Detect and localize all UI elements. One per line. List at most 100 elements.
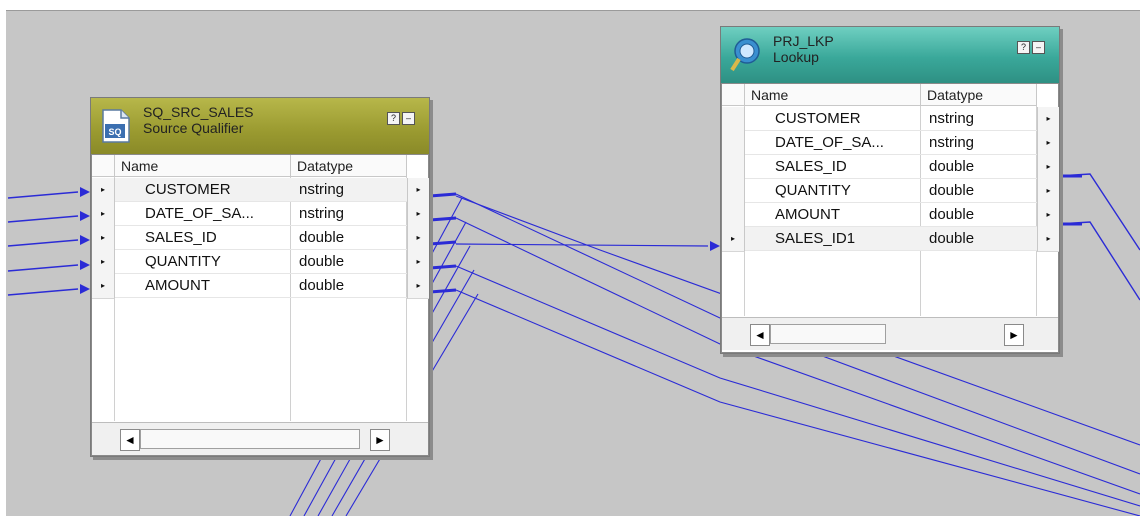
scroll-thumb[interactable]: [140, 429, 360, 449]
port-datatype[interactable]: nstring: [921, 131, 1037, 155]
output-stub[interactable]: [429, 216, 457, 222]
port-name[interactable]: SALES_ID1: [745, 227, 921, 251]
port-row[interactable]: ▸ SALES_ID1 double ▸: [722, 227, 1059, 252]
incoming-link[interactable]: [7, 215, 79, 223]
port-row[interactable]: CUSTOMER nstring ▸: [722, 107, 1059, 132]
output-port-handle[interactable]: ▸: [1037, 179, 1059, 204]
port-name[interactable]: DATE_OF_SA...: [745, 131, 921, 155]
source-qualifier-icon: SQ: [102, 109, 130, 143]
port-datatype[interactable]: double: [921, 155, 1037, 179]
port-row[interactable]: AMOUNT double ▸: [722, 203, 1059, 228]
input-port-handle[interactable]: ▸: [92, 250, 115, 275]
column-header-datatype[interactable]: Datatype: [921, 84, 1037, 106]
output-port-handle[interactable]: ▸: [407, 202, 429, 227]
output-port-handle[interactable]: ▸: [407, 250, 429, 275]
lookup-icon: [730, 38, 760, 72]
input-port-handle[interactable]: ▸: [722, 227, 745, 252]
input-port-handle[interactable]: ▸: [92, 274, 115, 299]
minimize-button[interactable]: –: [1032, 41, 1045, 54]
sales-id-link-arrowhead: [710, 241, 720, 251]
port-row[interactable]: ▸ QUANTITY double ▸: [92, 250, 429, 275]
minimize-button[interactable]: –: [402, 112, 415, 125]
output-port-handle[interactable]: ▸: [1037, 227, 1059, 252]
input-port-handle[interactable]: ▸: [92, 178, 115, 203]
port-name[interactable]: SALES_ID: [745, 155, 921, 179]
port-name[interactable]: CUSTOMER: [115, 178, 291, 202]
scroll-right-button[interactable]: ►: [1004, 324, 1024, 346]
scroll-left-button[interactable]: ◄: [750, 324, 770, 346]
output-port-handle[interactable]: ▸: [1037, 131, 1059, 156]
scroll-right-button[interactable]: ►: [370, 429, 390, 451]
header-spacer: [92, 155, 115, 177]
lookup-output-link[interactable]: [1057, 173, 1140, 251]
input-port-handle[interactable]: [722, 131, 745, 156]
input-port-handle[interactable]: ▸: [92, 202, 115, 227]
port-datatype[interactable]: nstring: [291, 178, 407, 202]
port-name[interactable]: QUANTITY: [115, 250, 291, 274]
port-row[interactable]: SALES_ID double ▸: [722, 155, 1059, 180]
header-spacer: [722, 84, 745, 106]
lookup-output-link[interactable]: [1057, 221, 1140, 301]
incoming-link[interactable]: [7, 239, 79, 247]
port-datatype[interactable]: nstring: [291, 202, 407, 226]
column-header-name[interactable]: Name: [745, 84, 921, 106]
port-row[interactable]: ▸ CUSTOMER nstring ▸: [92, 178, 429, 203]
port-name[interactable]: AMOUNT: [745, 203, 921, 227]
column-header-name[interactable]: Name: [115, 155, 291, 177]
port-row[interactable]: ▸ SALES_ID double ▸: [92, 226, 429, 251]
transformation-name: PRJ_LKP: [773, 33, 834, 49]
source-qualifier-header[interactable]: SQ SQ_SRC_SALES Source Qualifier ? –: [91, 98, 429, 154]
incoming-link[interactable]: [7, 191, 79, 199]
port-datatype[interactable]: double: [291, 226, 407, 250]
input-port-handle[interactable]: [722, 203, 745, 228]
incoming-link-arrowhead: [80, 284, 90, 294]
lookup-transformation[interactable]: PRJ_LKP Lookup ? – Name Datatype CUSTOME…: [720, 26, 1060, 354]
port-name[interactable]: QUANTITY: [745, 179, 921, 203]
port-datatype[interactable]: double: [921, 203, 1037, 227]
port-datatype[interactable]: nstring: [921, 107, 1037, 131]
incoming-link-arrowhead: [80, 187, 90, 197]
source-qualifier-transformation[interactable]: SQ SQ_SRC_SALES Source Qualifier ? – Nam…: [90, 97, 430, 457]
output-port-handle[interactable]: ▸: [407, 274, 429, 299]
output-stub[interactable]: [429, 264, 457, 270]
scroll-left-button[interactable]: ◄: [120, 429, 140, 451]
output-port-handle[interactable]: ▸: [407, 178, 429, 203]
output-port-handle[interactable]: ▸: [407, 226, 429, 251]
port-grid[interactable]: Name Datatype ▸ CUSTOMER nstring ▸ ▸ DATE_OF_…: [91, 154, 429, 456]
column-header-datatype[interactable]: Datatype: [291, 155, 407, 177]
output-port-handle[interactable]: ▸: [1037, 107, 1059, 132]
source-qualifier-title: SQ_SRC_SALES Source Qualifier: [143, 104, 254, 136]
incoming-link[interactable]: [7, 264, 79, 272]
incoming-link[interactable]: [7, 288, 79, 296]
port-datatype[interactable]: double: [291, 250, 407, 274]
port-name[interactable]: CUSTOMER: [745, 107, 921, 131]
input-port-handle[interactable]: [722, 107, 745, 132]
port-grid[interactable]: Name Datatype CUSTOMER nstring ▸ DATE_OF_SA…: [721, 83, 1059, 353]
help-button[interactable]: ?: [387, 112, 400, 125]
input-port-handle[interactable]: [722, 179, 745, 204]
port-row[interactable]: QUANTITY double ▸: [722, 179, 1059, 204]
port-datatype[interactable]: double: [921, 227, 1037, 251]
port-row[interactable]: ▸ DATE_OF_SA... nstring ▸: [92, 202, 429, 227]
input-port-handle[interactable]: ▸: [92, 226, 115, 251]
output-stub[interactable]: [429, 240, 457, 246]
port-datatype[interactable]: double: [291, 274, 407, 298]
output-stub[interactable]: [429, 192, 457, 198]
output-port-handle[interactable]: ▸: [1037, 155, 1059, 180]
lookup-header[interactable]: PRJ_LKP Lookup ? –: [721, 27, 1059, 83]
input-port-handle[interactable]: [722, 155, 745, 180]
port-name[interactable]: AMOUNT: [115, 274, 291, 298]
output-stub[interactable]: [429, 288, 457, 294]
horizontal-scrollbar[interactable]: ◄ ►: [92, 422, 428, 455]
mapping-canvas[interactable]: SQ SQ_SRC_SALES Source Qualifier ? – Nam…: [0, 0, 1140, 516]
output-port-handle[interactable]: ▸: [1037, 203, 1059, 228]
scroll-thumb[interactable]: [770, 324, 886, 344]
port-name[interactable]: SALES_ID: [115, 226, 291, 250]
help-button[interactable]: ?: [1017, 41, 1030, 54]
port-row[interactable]: ▸ AMOUNT double ▸: [92, 274, 429, 299]
port-row[interactable]: DATE_OF_SA... nstring ▸: [722, 131, 1059, 156]
port-datatype[interactable]: double: [921, 179, 1037, 203]
sales-id-link[interactable]: [455, 243, 709, 247]
horizontal-scrollbar[interactable]: ◄ ►: [722, 317, 1058, 350]
port-name[interactable]: DATE_OF_SA...: [115, 202, 291, 226]
